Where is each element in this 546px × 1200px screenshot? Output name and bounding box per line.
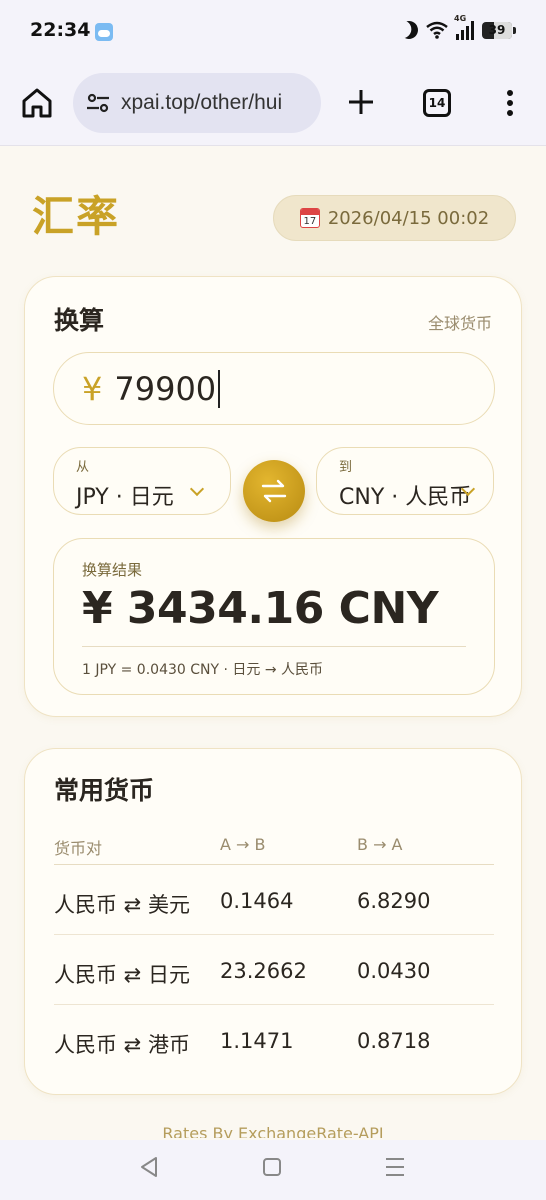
back-icon[interactable]: [139, 1156, 159, 1178]
b-to-a-cell: 0.0430: [357, 959, 431, 983]
converter-card: 换算 全球货币 ¥ 79900 从 JPY · 日元 到 CNY · 人民币 换…: [24, 276, 522, 717]
amount-value: 79900: [114, 369, 217, 408]
address-bar[interactable]: xpai.top/other/hui: [73, 73, 321, 133]
header-b-to-a: B → A: [357, 835, 403, 854]
pair-cell: 人民币 ⇄ 港币: [54, 1033, 190, 1057]
system-navigation-bar: [0, 1140, 546, 1200]
b-to-a-cell: 6.8290: [357, 889, 431, 913]
recent-apps-icon[interactable]: [386, 1158, 404, 1176]
date-badge: 17 2026/04/15 00:02: [273, 195, 516, 241]
calendar-icon: 17: [299, 208, 320, 228]
more-options-icon[interactable]: [498, 86, 522, 120]
table-header: 货币对 A → B B → A: [54, 835, 494, 865]
pair-cell: 人民币 ⇄ 日元: [54, 963, 190, 987]
swap-icon: [261, 479, 287, 503]
to-label: 到: [339, 460, 353, 475]
result-value: ¥ 3434.16 CNY: [82, 583, 439, 634]
browser-toolbar: xpai.top/other/hui 14: [0, 64, 546, 146]
date-text: 2026/04/15 00:02: [327, 207, 490, 229]
site-settings-icon[interactable]: [85, 90, 111, 116]
converter-title: 换算: [54, 306, 105, 335]
global-currency-link[interactable]: 全球货币: [428, 310, 492, 334]
common-title: 常用货币: [54, 776, 155, 805]
from-value: JPY · 日元: [76, 485, 174, 510]
divider: [82, 646, 466, 647]
from-label: 从: [76, 460, 90, 475]
calendar-day: 17: [303, 216, 317, 227]
page-title: 汇率: [32, 192, 121, 241]
text-cursor: [218, 369, 221, 408]
battery-icon: 39: [482, 21, 516, 39]
amount-input[interactable]: ¥ 79900: [53, 352, 495, 425]
result-panel: 换算结果 ¥ 3434.16 CNY 1 JPY = 0.0430 CNY · …: [53, 538, 495, 695]
new-tab-icon[interactable]: [345, 86, 377, 118]
currency-symbol: ¥: [82, 369, 103, 408]
tab-switcher-button[interactable]: 14: [423, 89, 451, 117]
b-to-a-cell: 0.8718: [357, 1029, 431, 1053]
to-currency-select[interactable]: 到 CNY · 人民币: [316, 447, 494, 515]
table-row[interactable]: 人民币 ⇄ 日元 23.2662 0.0430: [54, 935, 494, 1005]
status-time: 22:34: [30, 19, 91, 41]
common-currencies-card: 常用货币 货币对 A → B B → A 人民币 ⇄ 美元 0.1464 6.8…: [24, 748, 522, 1095]
header-pair: 货币对: [54, 839, 103, 858]
url-text: xpai.top/other/hui: [121, 91, 283, 114]
result-label: 换算结果: [82, 561, 143, 579]
swap-currencies-button[interactable]: [243, 460, 305, 522]
from-currency-select[interactable]: 从 JPY · 日元: [53, 447, 231, 515]
a-to-b-cell: 0.1464: [220, 889, 294, 913]
battery-level: 39: [488, 23, 506, 37]
chevron-down-icon: [189, 481, 205, 497]
network-type-label: 4G: [454, 14, 467, 23]
table-row[interactable]: 人民币 ⇄ 美元 0.1464 6.8290: [54, 865, 494, 935]
home-nav-icon[interactable]: [263, 1158, 281, 1176]
status-icons: 4G 39: [397, 14, 516, 41]
header-a-to-b: A → B: [220, 835, 266, 854]
to-value: CNY · 人民币: [339, 485, 472, 510]
do-not-disturb-icon: [397, 18, 420, 41]
rates-source-note[interactable]: Rates By ExchangeRate-API: [0, 1124, 546, 1138]
weather-icon: [95, 23, 113, 41]
table-row[interactable]: 人民币 ⇄ 港币 1.1471 0.8718: [54, 1005, 494, 1075]
cellular-signal-icon: 4G: [454, 14, 474, 40]
a-to-b-cell: 1.1471: [220, 1029, 294, 1053]
wifi-icon: [426, 21, 448, 39]
status-bar: 22:34 4G 39: [0, 0, 546, 64]
home-icon[interactable]: [20, 86, 54, 120]
rate-text: 1 JPY = 0.0430 CNY · 日元 → 人民币: [82, 662, 324, 678]
pair-cell: 人民币 ⇄ 美元: [54, 893, 190, 917]
a-to-b-cell: 23.2662: [220, 959, 307, 983]
